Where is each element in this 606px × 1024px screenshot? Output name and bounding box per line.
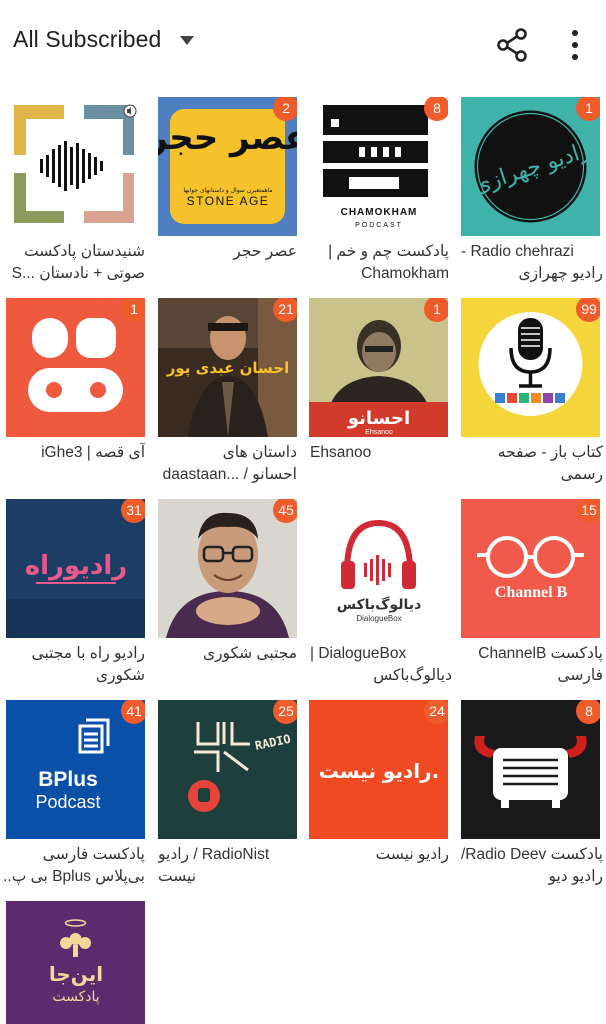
unplayed-count-badge: 31: [121, 499, 145, 523]
podcast-title-dialoguebox[interactable]: | DialogueBox دیالوگ‌باکس: [310, 643, 452, 687]
podcast-title-ehsanoo[interactable]: Ehsanoo: [310, 442, 452, 464]
subscription-filter-title[interactable]: All Subscribed: [13, 26, 161, 53]
art-title-text: عصر حجر: [158, 118, 297, 158]
podcast-artwork-asre-hajar[interactable]: عصر حجر STONE AGE ماهمتعبرن سوال و داستا…: [158, 97, 297, 236]
svg-text:Channel B: Channel B: [495, 584, 568, 601]
svg-text:Podcast: Podcast: [35, 792, 100, 812]
podcast-artwork-radio-chehrazi[interactable]: رادیو چهرازی 1: [461, 97, 600, 236]
podcast-artwork-chamokham[interactable]: CHAMOKHAM PODCAST 8: [309, 97, 448, 236]
podcast-title-radio-nist[interactable]: رادیو نیست: [307, 844, 449, 866]
unplayed-count-badge: 1: [576, 97, 600, 121]
svg-text:پادکست: پادکست: [52, 989, 99, 1005]
podcast-artwork-radionist[interactable]: RADIO NIST 25: [158, 700, 297, 839]
podcast-artwork-ketab-baz[interactable]: 99: [461, 298, 600, 437]
podcast-title-radio-rah[interactable]: رادیو راه با مجتبی شکوری: [3, 643, 145, 687]
svg-text:ماهمتعبرن سوال و داستانهای جوا: ماهمتعبرن سوال و داستانهای جوابها: [183, 187, 272, 194]
podcast-title-asre-hajar[interactable]: عصر حجر: [155, 241, 297, 263]
podcast-title-bplus[interactable]: پادکست فارسی بی‌پلاس Bplus بی پ..: [3, 844, 145, 888]
podcast-title-daastaan[interactable]: داستان های احسانو / ...daastaan: [155, 442, 297, 486]
podcast-title-chamokham[interactable]: پادکست چم و خم | Chamokham: [307, 241, 449, 285]
unplayed-count-badge: 8: [424, 97, 448, 121]
podcast-title-mojtaba-shakoori[interactable]: مجتبی شکوری: [155, 643, 297, 665]
podcast-title-ketab-baz[interactable]: کتاب باز - صفحه رسمی: [461, 442, 603, 486]
podcast-artwork-inja[interactable]: این‌جا پادکست: [6, 901, 145, 1024]
unplayed-count-badge: 15: [576, 499, 600, 523]
podcast-artwork-shenidestan[interactable]: [6, 97, 145, 236]
unplayed-count-badge: 1: [424, 298, 448, 322]
svg-text:Ehsanoo: Ehsanoo: [365, 429, 393, 436]
podcast-title-radio-deev[interactable]: /Radio Deev پادکست رادیو دیو: [461, 844, 603, 888]
podcast-title-radionist[interactable]: رادیو / RadioNist نیست: [158, 844, 300, 888]
podcast-title-radio-chehrazi[interactable]: - Radio chehrazi رادیو چهرازی: [461, 241, 603, 285]
unplayed-count-badge: 8: [576, 700, 600, 724]
svg-text:احسان عبدی پور: احسان عبدی پور: [166, 359, 290, 378]
svg-text:PODCAST: PODCAST: [355, 222, 403, 229]
svg-text:احسانو: احسانو: [347, 408, 410, 429]
unplayed-count-badge: 99: [576, 298, 600, 322]
podcast-artwork-mojtaba-shakoori[interactable]: 45: [158, 499, 297, 638]
podcast-artwork-radio-deev[interactable]: 8: [461, 700, 600, 839]
art-subtitle-text: STONE AGE: [187, 194, 270, 208]
unplayed-count-badge: 41: [121, 700, 145, 724]
podcast-artwork-ehsanoo[interactable]: احسانو Ehsanoo 1: [309, 298, 448, 437]
svg-text:رادیو نیست.: رادیو نیست.: [319, 759, 439, 783]
podcast-artwork-ighe3[interactable]: 1: [6, 298, 145, 437]
chevron-down-icon[interactable]: [180, 36, 194, 45]
podcast-artwork-channel-b[interactable]: Channel B 15: [461, 499, 600, 638]
podcast-artwork-daastaan[interactable]: احسان عبدی پور 21: [158, 298, 297, 437]
top-app-bar: All Subscribed: [0, 0, 606, 82]
share-icon[interactable]: [494, 26, 532, 64]
unplayed-count-badge: 45: [273, 499, 297, 523]
unplayed-count-badge: 1: [121, 298, 145, 322]
podcast-artwork-bplus[interactable]: BPlus Podcast 41: [6, 700, 145, 839]
unplayed-count-badge: 21: [273, 298, 297, 322]
more-vert-icon[interactable]: [558, 26, 592, 64]
unplayed-count-badge: 2: [273, 97, 297, 121]
svg-text:این‌جا: این‌جا: [49, 962, 103, 986]
svg-text:رادیوراه: رادیوراه: [25, 551, 128, 581]
svg-text:CHAMOKHAM: CHAMOKHAM: [341, 207, 418, 218]
podcast-artwork-radio-rah[interactable]: رادیوراه 31: [6, 499, 145, 638]
podcast-title-ighe3[interactable]: آی قصه | iGhe3: [3, 442, 145, 464]
podcast-title-shenidestan[interactable]: شنیدستان پادکست صوتی + نادستان ...S: [3, 241, 145, 285]
svg-text:BPlus: BPlus: [38, 768, 98, 791]
svg-text:DialogueBox: DialogueBox: [356, 614, 401, 623]
unplayed-count-badge: 25: [273, 700, 297, 724]
podcast-artwork-dialoguebox[interactable]: دیالوگ‌باکس DialogueBox: [309, 499, 448, 638]
svg-text:دیالوگ‌باکس: دیالوگ‌باکس: [337, 596, 422, 613]
podcast-artwork-radio-nist[interactable]: رادیو نیست. 24: [309, 700, 448, 839]
unplayed-count-badge: 24: [424, 700, 448, 724]
podcast-title-channel-b[interactable]: پادکست ChannelB فارسی: [461, 643, 603, 687]
